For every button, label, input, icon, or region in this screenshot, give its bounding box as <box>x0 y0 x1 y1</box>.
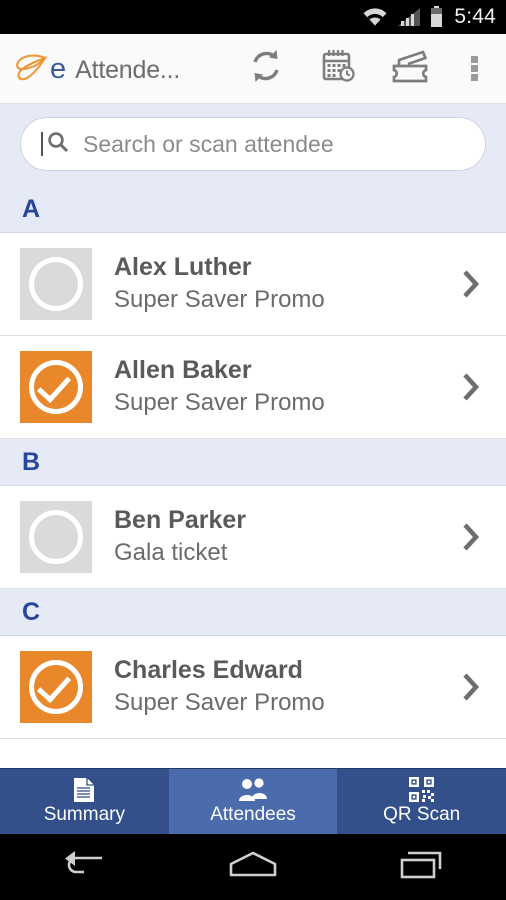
nav-home-button[interactable] <box>198 834 308 900</box>
chevron-right-icon[interactable] <box>454 371 488 403</box>
people-icon <box>238 777 268 802</box>
tickets-button[interactable] <box>374 34 446 104</box>
search-bar-container: Search or scan attendee <box>0 104 506 186</box>
sync-button[interactable] <box>230 34 302 104</box>
battery-icon <box>430 6 443 28</box>
attendee-info: Allen Baker Super Saver Promo <box>114 355 454 419</box>
app-title: Attende... <box>75 55 181 84</box>
section-header: A <box>0 186 506 233</box>
attendee-row[interactable]: Ben Parker Gala ticket <box>0 486 506 589</box>
document-icon <box>72 777 96 802</box>
cellular-signal-icon <box>397 7 421 27</box>
tab-summary-label: Summary <box>43 804 125 825</box>
nav-recents-button[interactable] <box>367 834 477 900</box>
calendar-clock-icon <box>319 47 357 90</box>
attendee-row[interactable]: Allen Baker Super Saver Promo <box>0 336 506 439</box>
ticket-icon <box>390 47 430 90</box>
search-placeholder: Search or scan attendee <box>83 130 334 157</box>
tab-summary[interactable]: Summary <box>0 769 169 834</box>
attendee-name: Charles Edward <box>114 655 303 684</box>
attendee-ticket: Super Saver Promo <box>114 285 325 313</box>
attendee-name: Allen Baker <box>114 355 252 384</box>
attendee-ticket: Gala ticket <box>114 538 228 566</box>
checkin-status-checked-icon[interactable] <box>20 351 92 423</box>
wifi-icon <box>362 7 388 27</box>
tab-qr-scan[interactable]: QR Scan <box>337 769 506 834</box>
refresh-icon <box>247 47 285 90</box>
attendee-list[interactable]: A Alex Luther Super Saver Promo Allen Ba… <box>0 186 506 739</box>
recents-icon <box>398 849 446 886</box>
status-bar: 5:44 <box>0 0 506 34</box>
tab-attendees-label: Attendees <box>210 804 296 825</box>
app-bar: e Attende... <box>0 34 506 104</box>
phone-screen: 5:44 e Attende... Search or scan attende… <box>0 0 506 900</box>
home-icon <box>225 849 281 886</box>
app-brand: e Attende... <box>14 52 180 86</box>
checkin-status-unchecked-icon[interactable] <box>20 501 92 573</box>
chevron-right-icon[interactable] <box>454 268 488 300</box>
android-nav-bar <box>0 834 506 900</box>
bottom-tab-bar: Summary Attendees QR Scan <box>0 768 506 834</box>
chevron-right-icon[interactable] <box>454 671 488 703</box>
qr-code-icon <box>409 777 435 802</box>
tab-qr-scan-label: QR Scan <box>383 804 461 825</box>
app-bar-actions <box>230 34 502 104</box>
overflow-menu-button[interactable] <box>446 34 502 104</box>
section-header: C <box>0 589 506 636</box>
more-vertical-icon <box>470 54 478 83</box>
back-icon <box>60 849 108 886</box>
nav-back-button[interactable] <box>29 834 139 900</box>
chevron-right-icon[interactable] <box>454 521 488 553</box>
attendee-info: Charles Edward Super Saver Promo <box>114 655 454 719</box>
attendee-name: Alex Luther <box>114 252 252 281</box>
section-header: B <box>0 439 506 486</box>
attendee-ticket: Super Saver Promo <box>114 688 325 716</box>
attendee-row[interactable]: Charles Edward Super Saver Promo <box>0 636 506 739</box>
checkin-status-unchecked-icon[interactable] <box>20 248 92 320</box>
attendee-info: Ben Parker Gala ticket <box>114 505 454 569</box>
attendee-name: Ben Parker <box>114 505 247 534</box>
search-input[interactable]: Search or scan attendee <box>20 117 486 171</box>
search-icon <box>46 130 70 159</box>
text-caret <box>41 132 43 156</box>
tab-attendees[interactable]: Attendees <box>168 769 338 834</box>
attendee-row[interactable]: Alex Luther Super Saver Promo <box>0 233 506 336</box>
event-date-button[interactable] <box>302 34 374 104</box>
attendee-ticket: Super Saver Promo <box>114 388 325 416</box>
status-bar-clock: 5:44 <box>454 5 496 28</box>
attendee-info: Alex Luther Super Saver Promo <box>114 252 454 316</box>
checkin-status-checked-icon[interactable] <box>20 651 92 723</box>
butterfly-logo <box>14 52 56 86</box>
